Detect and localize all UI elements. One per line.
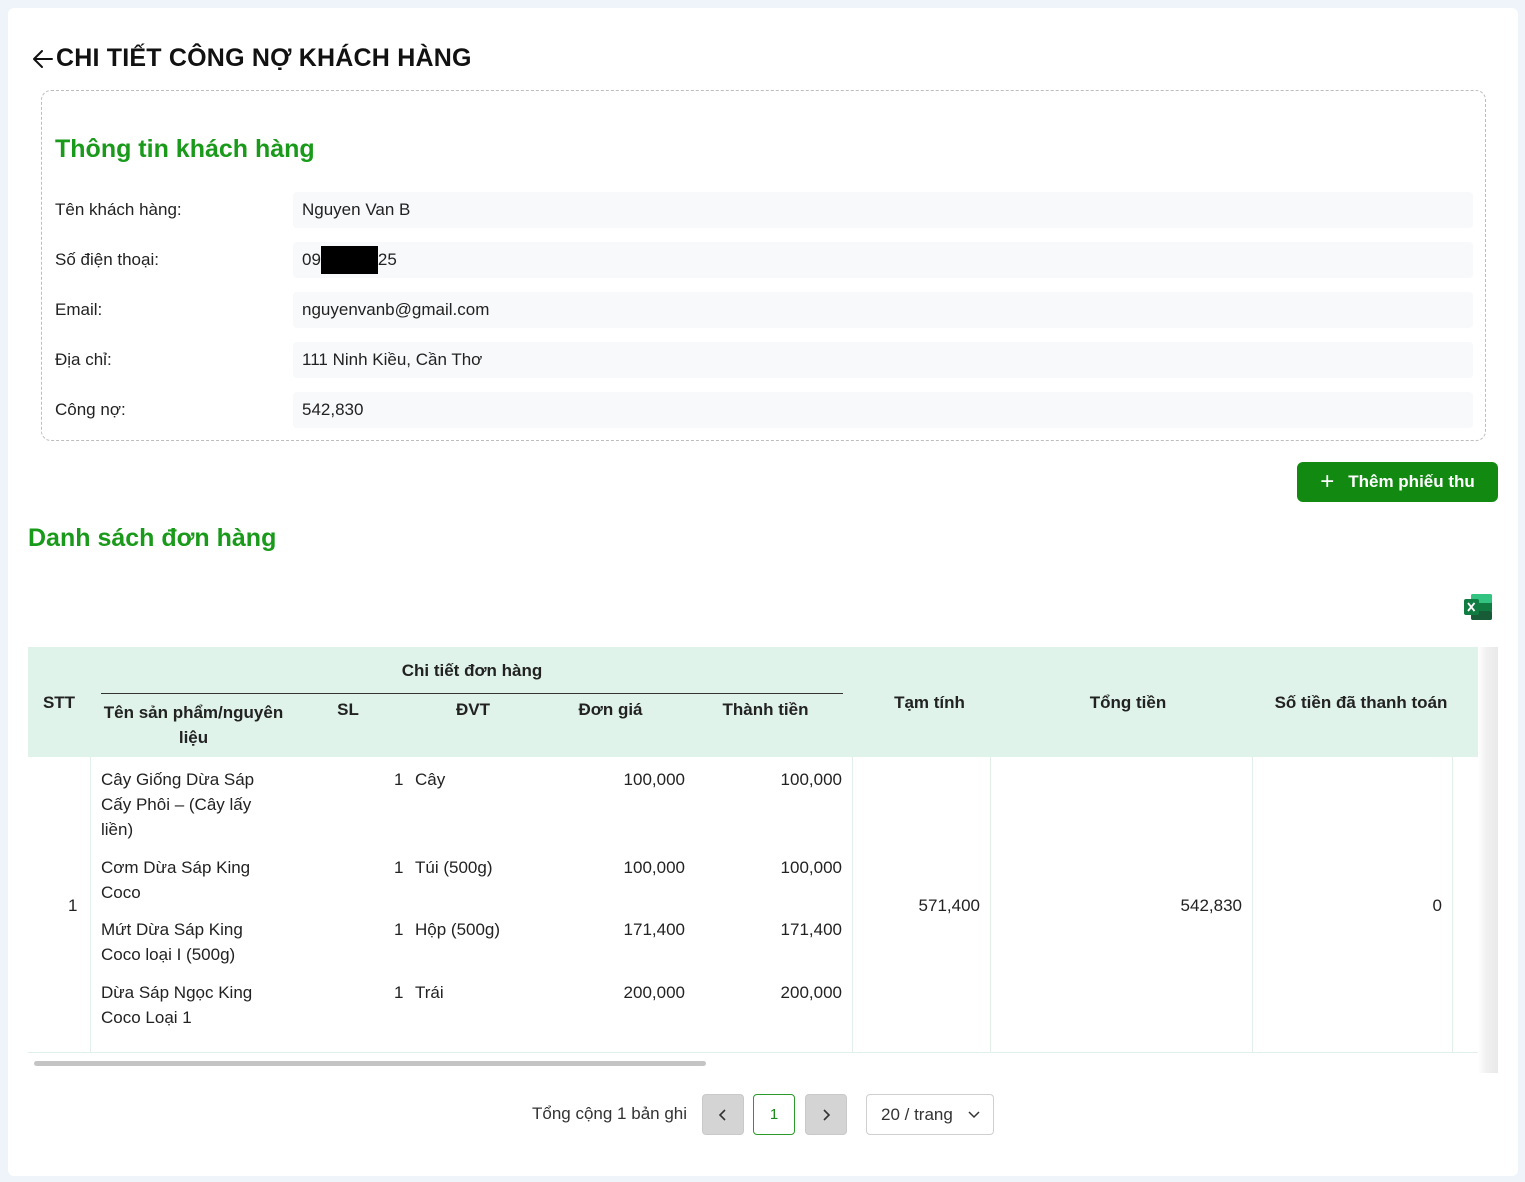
info-row-debt: Công nợ: 542,830 — [55, 392, 1473, 428]
item-amount: 100,000 — [780, 858, 842, 877]
redaction-block — [320, 246, 378, 274]
item-name: Dừa Sáp Ngọc King Coco Loại 1 — [101, 983, 253, 1027]
info-row-name: Tên khách hàng: Nguyen Van B — [55, 192, 1473, 228]
item-price: 171,400 — [623, 920, 685, 939]
orders-title: Danh sách đơn hàng — [28, 524, 277, 552]
orders-table: STT Chi tiết đơn hàng Tên sản phẩm/nguyê… — [28, 647, 1498, 1073]
item-unit: Túi (500g) — [415, 858, 493, 877]
item-qty: 1 — [394, 983, 404, 1002]
chevron-left-icon — [718, 1108, 726, 1121]
next-page-button[interactable] — [805, 1094, 847, 1135]
customer-info-panel: Thông tin khách hàng Tên khách hàng: Ngu… — [41, 90, 1486, 441]
col-subtotal: Tạm tính — [894, 693, 965, 712]
table-header: STT Chi tiết đơn hàng Tên sản phẩm/nguyê… — [28, 647, 1498, 757]
item-amount: 171,400 — [780, 920, 842, 939]
chevron-right-icon — [823, 1108, 831, 1121]
prev-page-button[interactable] — [702, 1094, 744, 1135]
pagination: Tổng cộng 1 bản ghi 1 20 / trang — [8, 1094, 1518, 1136]
info-row-address: Địa chỉ: 111 Ninh Kiều, Cần Thơ — [55, 342, 1473, 378]
horizontal-scrollbar[interactable] — [28, 1059, 1478, 1067]
info-value: 542,830 — [293, 392, 1473, 428]
item-qty: 1 — [394, 858, 404, 877]
scrollbar-thumb[interactable] — [34, 1061, 706, 1066]
customer-info-title: Thông tin khách hàng — [55, 135, 315, 163]
cell-divider — [990, 757, 991, 1053]
plus-icon: + — [1320, 468, 1335, 495]
col-total: Tổng tiền — [1089, 693, 1167, 712]
item-unit: Hộp (500g) — [415, 920, 501, 939]
page-button-current[interactable]: 1 — [753, 1094, 795, 1135]
info-label: Email: — [55, 300, 103, 319]
page-size-select[interactable]: 20 / trang — [866, 1094, 994, 1135]
cell-divider — [1452, 757, 1453, 1053]
col-line-total: Thành tiền — [722, 700, 809, 719]
item-amount: 100,000 — [780, 770, 842, 789]
page-size-value: 20 / trang — [881, 1104, 953, 1124]
info-value: Nguyen Van B — [293, 192, 1473, 228]
info-row-phone: Số điện thoại: 09 25 — [55, 242, 1473, 278]
cell-divider — [1252, 757, 1253, 1053]
group-divider — [101, 693, 843, 694]
info-label: Số điện thoại: — [55, 250, 159, 269]
info-row-email: Email: nguyenvanb@gmail.com — [55, 292, 1473, 328]
info-label: Tên khách hàng: — [55, 200, 182, 219]
phone-prefix: 09 — [302, 250, 321, 269]
col-paid: Số tiền đã thanh toán — [1274, 693, 1448, 712]
info-value: 111 Ninh Kiều, Cần Thơ — [293, 342, 1473, 378]
item-unit: Trái — [415, 983, 444, 1002]
cell-stt: 1 — [68, 896, 78, 915]
item-price: 100,000 — [623, 858, 685, 877]
cell-paid: 0 — [1432, 896, 1442, 915]
item-unit: Cây — [415, 770, 446, 789]
item-amount: 200,000 — [780, 983, 842, 1002]
item-price: 100,000 — [623, 770, 685, 789]
item-qty: 1 — [394, 770, 404, 789]
info-value-phone: 09 25 — [293, 242, 1473, 278]
item-name: Cây Giống Dừa Sáp Cấy Phôi – (Cây lấy li… — [101, 770, 255, 839]
col-unit-price: Đơn giá — [578, 700, 643, 719]
fixed-column-shadow — [1478, 647, 1498, 1073]
info-value: nguyenvanb@gmail.com — [293, 292, 1473, 328]
cell-divider — [90, 757, 91, 1053]
row-divider — [28, 1052, 1478, 1053]
col-qty: SL — [337, 700, 359, 719]
col-unit: ĐVT — [456, 700, 490, 719]
cell-total: 542,830 — [1180, 896, 1242, 915]
col-product: Tên sản phẩm/nguyên liệu — [103, 703, 284, 747]
main-card: CHI TIẾT CÔNG NỢ KHÁCH HÀNG Thông tin kh… — [8, 8, 1518, 1176]
total-records: Tổng cộng 1 bản ghi — [532, 1104, 688, 1123]
arrow-left-icon[interactable] — [30, 46, 56, 72]
cell-subtotal: 571,400 — [918, 896, 980, 915]
info-label: Công nợ: — [55, 400, 126, 419]
info-label: Địa chỉ: — [55, 350, 112, 369]
col-group-order-detail: Chi tiết đơn hàng — [401, 661, 543, 680]
table-row: 1 Cây Giống Dừa Sáp Cấy Phôi – (Cây lấy … — [28, 757, 1478, 1053]
item-qty: 1 — [394, 920, 404, 939]
chevron-down-icon — [968, 1111, 980, 1119]
col-stt: STT — [42, 693, 76, 712]
phone-suffix: 25 — [377, 250, 397, 269]
item-price: 200,000 — [623, 983, 685, 1002]
cell-divider — [852, 757, 853, 1053]
item-name: Mứt Dừa Sáp King Coco loại I (500g) — [101, 920, 243, 964]
add-receipt-button[interactable]: + Thêm phiếu thu — [1297, 462, 1498, 502]
add-receipt-label: Thêm phiếu thu — [1348, 472, 1475, 491]
page-header: CHI TIẾT CÔNG NỢ KHÁCH HÀNG — [30, 44, 472, 73]
item-name: Cơm Dừa Sáp King Coco — [101, 858, 251, 902]
excel-icon[interactable] — [1463, 593, 1493, 621]
page-title: CHI TIẾT CÔNG NỢ KHÁCH HÀNG — [56, 44, 472, 72]
